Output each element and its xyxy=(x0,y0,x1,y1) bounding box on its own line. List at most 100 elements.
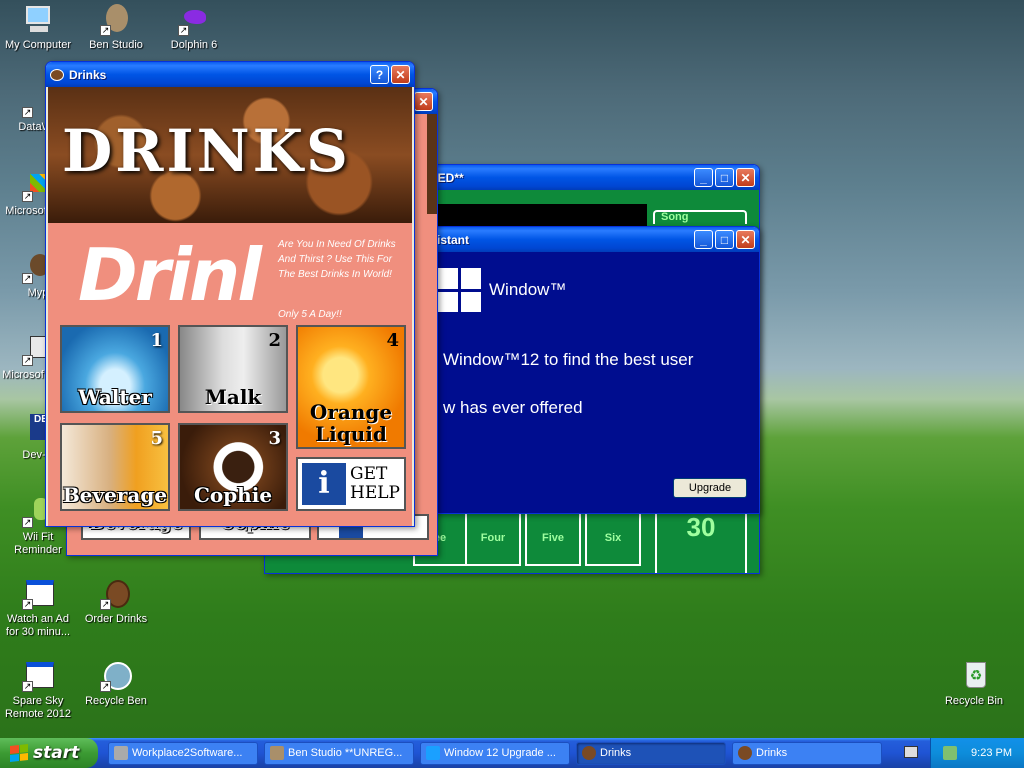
taskbar: start Workplace2Software... Ben Studio *… xyxy=(0,738,1024,768)
price-note: Only 5 A Day!! xyxy=(278,309,342,320)
start-label: start xyxy=(33,743,80,763)
system-tray: 9:23 PM xyxy=(930,738,1024,768)
taskbar-item-drinks-2[interactable]: Drinks xyxy=(732,741,882,765)
window-title: RED** xyxy=(429,170,464,185)
start-button[interactable]: start xyxy=(0,738,98,768)
tile-label: Malk xyxy=(204,385,262,409)
drink-tile-cophie[interactable]: 3 Cophie xyxy=(178,423,288,511)
desktop-icon-label: My Computer xyxy=(4,39,72,51)
window-title: istant xyxy=(437,232,470,247)
computer-icon xyxy=(22,4,54,36)
upgrade-button[interactable]: Upgrade xyxy=(673,478,747,498)
get-help-tile[interactable]: i GET HELP xyxy=(296,457,406,511)
coffee-bean-icon xyxy=(738,746,752,760)
taskbar-item-label: Ben Studio **UNREG... xyxy=(288,747,403,759)
upgrade-window[interactable]: istant _ □ ✕ Window™ Window™12 to find the… xyxy=(420,226,760,514)
taskbar-item-label: Drinks xyxy=(600,747,632,759)
tile-label: Cophie xyxy=(193,483,273,507)
desktop-icon-recycle-ben[interactable]: ↗ Recycle Ben xyxy=(78,660,154,708)
close-button[interactable]: ✕ xyxy=(736,168,755,187)
app-window-icon: ↗ xyxy=(22,660,54,692)
tagline: Are You In Need Of Drinks And Thirst ? U… xyxy=(278,239,396,280)
recycle-ben-icon: ↗ xyxy=(100,660,132,692)
window-icon xyxy=(426,746,440,760)
tile-number: 1 xyxy=(150,330,163,351)
minimize-button[interactable]: _ xyxy=(694,168,713,187)
recycle-bin-icon: ♻ xyxy=(958,660,990,692)
drink-tile-walter[interactable]: 1 Walter xyxy=(60,325,170,413)
drinks-body: Drinl Are You In Need Of Drinks And Thir… xyxy=(48,223,412,526)
info-icon: i xyxy=(302,463,346,505)
desktop-icon-label: Wii Fit Reminder xyxy=(14,531,62,556)
ad-window-icon: ↗ xyxy=(22,578,54,610)
tile-label: Walter xyxy=(78,385,152,409)
help-button[interactable]: ? xyxy=(370,65,389,84)
upgrade-body: Window™ Window™12 to find the best user … xyxy=(421,252,759,513)
clock[interactable]: 9:23 PM xyxy=(971,747,1012,759)
coffee-bean-icon xyxy=(50,68,64,81)
desktop-icon-label: Ben Studio xyxy=(89,39,143,51)
upgrade-line-2: w has ever offered xyxy=(443,398,583,417)
tile-number: 4 xyxy=(386,330,399,351)
tile-number: 3 xyxy=(268,428,281,449)
taskbar-item-label: Workplace2Software... xyxy=(132,747,243,759)
help-label: GET HELP xyxy=(350,464,400,503)
upgrade-line-1: Window™12 to find the best user xyxy=(443,350,694,369)
drink-tile-malk[interactable]: 2 Malk xyxy=(178,325,288,413)
desktop-icon-ben-studio[interactable]: ↗ Ben Studio xyxy=(78,4,154,52)
maximize-button[interactable]: □ xyxy=(715,168,734,187)
close-button[interactable]: ✕ xyxy=(736,230,755,249)
title-bar[interactable]: Drinks ? ✕ xyxy=(46,62,414,87)
tile-number: 2 xyxy=(268,330,281,351)
taskbar-item-ben-studio[interactable]: Ben Studio **UNREG... xyxy=(264,741,414,765)
app-icon xyxy=(114,746,128,760)
dolphin-icon: ↗ xyxy=(178,4,210,36)
taskbar-item-label: Drinks xyxy=(756,747,788,759)
slot-six[interactable]: Six xyxy=(585,510,641,566)
tile-number: 5 xyxy=(150,428,163,449)
coffee-bean-icon xyxy=(582,746,596,760)
taskbar-item-label: Window 12 Upgrade ... xyxy=(444,747,556,759)
big-word: Drinl xyxy=(78,233,262,317)
desktop-icon-label: Order Drinks xyxy=(84,613,148,625)
coffee-bean-icon: ↗ xyxy=(100,578,132,610)
windows-logo-icon xyxy=(437,268,481,312)
window-title: Drinks xyxy=(69,67,107,82)
desktop-icon-recycle-bin[interactable]: ♻ Recycle Bin xyxy=(936,660,1012,708)
display-screen xyxy=(437,204,647,228)
minimize-button[interactable]: _ xyxy=(694,230,713,249)
banner-title: Drinks xyxy=(62,117,351,185)
drinks-window[interactable]: Drinks ? ✕ Drinks Drinl Are You In Need O… xyxy=(45,61,415,527)
keyboard-icon[interactable] xyxy=(904,746,918,758)
network-icon[interactable] xyxy=(943,746,958,760)
desktop-icon-dolphin[interactable]: ↗ Dolphin 6 xyxy=(156,4,232,52)
desktop-icon-label: Spare Sky Remote 2012 xyxy=(4,695,72,720)
close-button[interactable]: ✕ xyxy=(391,65,410,84)
slot-four[interactable]: Four xyxy=(465,510,521,566)
maximize-button[interactable]: □ xyxy=(715,230,734,249)
close-button[interactable]: ✕ xyxy=(414,92,433,111)
coffee-banner: Drinks xyxy=(48,87,412,223)
title-bar[interactable]: istant _ □ ✕ xyxy=(421,227,759,252)
tile-label: Orange Liquid xyxy=(309,400,393,446)
desktop-icon-my-computer[interactable]: My Computer xyxy=(0,4,76,52)
tile-label: Beverage xyxy=(62,483,168,507)
ben-studio-icon: ↗ xyxy=(100,4,132,36)
song-label: Song xyxy=(653,210,747,224)
desktop-icon-label: Recycle Bin xyxy=(944,695,1004,707)
taskbar-item-window12[interactable]: Window 12 Upgrade ... xyxy=(420,741,570,765)
drink-tile-beverage[interactable]: 5 Beverage xyxy=(60,423,170,511)
upgrade-heading: Window™ xyxy=(489,280,567,299)
slot-five[interactable]: Five xyxy=(525,510,581,566)
taskbar-item-drinks-1[interactable]: Drinks xyxy=(576,741,726,765)
ben-studio-icon xyxy=(270,746,284,760)
desktop-icon-label: Recycle Ben xyxy=(85,695,147,707)
desktop-icon-order-drinks[interactable]: ↗ Order Drinks xyxy=(78,578,154,626)
desktop-icon-watch-ad[interactable]: ↗ Watch an Ad for 30 minu... xyxy=(0,578,76,639)
desktop-icon-label: Dolphin 6 xyxy=(170,39,218,51)
taskbar-item-workplace[interactable]: Workplace2Software... xyxy=(108,741,258,765)
drink-tile-orange-liquid[interactable]: 4 Orange Liquid xyxy=(296,325,406,449)
desktop-icon-label: Watch an Ad for 30 minu... xyxy=(5,613,71,638)
desktop-icon-spare-sky[interactable]: ↗ Spare Sky Remote 2012 xyxy=(0,660,76,721)
windows-flag-icon xyxy=(10,744,28,762)
